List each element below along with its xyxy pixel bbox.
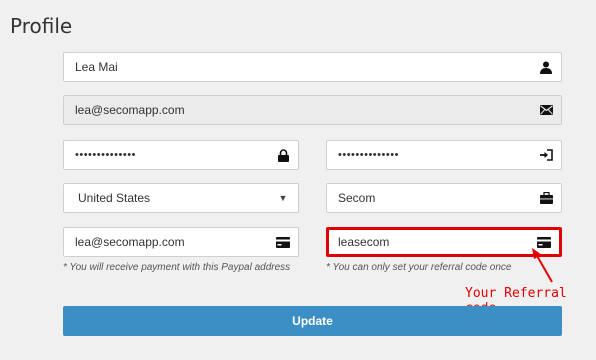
confirm-password-value: •••••••••••••• [338, 149, 399, 161]
company-field[interactable]: Secom [326, 183, 562, 213]
country-value: United States [78, 191, 151, 205]
page-title: Profile [10, 14, 73, 38]
sign-in-icon [531, 141, 561, 169]
lock-icon [268, 141, 298, 169]
email-field[interactable]: lea@secomapp.com [63, 95, 562, 125]
password-field[interactable]: •••••••••••••• [63, 140, 299, 170]
credit-card-icon [268, 228, 298, 256]
email-value: lea@secomapp.com [75, 103, 185, 117]
confirm-password-field[interactable]: •••••••••••••• [326, 140, 562, 170]
referral-code-value: leasecom [338, 235, 390, 249]
annotation-arrow [532, 248, 553, 283]
caret-down-icon: ▼ [278, 193, 288, 203]
password-value: •••••••••••••• [75, 149, 136, 161]
update-button[interactable]: Update [63, 306, 562, 336]
referral-code-field[interactable]: leasecom [326, 227, 562, 257]
user-icon [531, 53, 561, 81]
company-value: Secom [338, 191, 376, 205]
country-select[interactable]: United States ▼ [63, 183, 299, 213]
briefcase-icon [531, 184, 561, 212]
envelope-icon [531, 96, 561, 124]
name-field[interactable]: Lea Mai [63, 52, 562, 82]
paypal-hint: * You will receive payment with this Pay… [63, 262, 291, 273]
name-value: Lea Mai [75, 60, 118, 74]
paypal-email-field[interactable]: lea@secomapp.com [63, 227, 299, 257]
paypal-email-value: lea@secomapp.com [75, 235, 185, 249]
